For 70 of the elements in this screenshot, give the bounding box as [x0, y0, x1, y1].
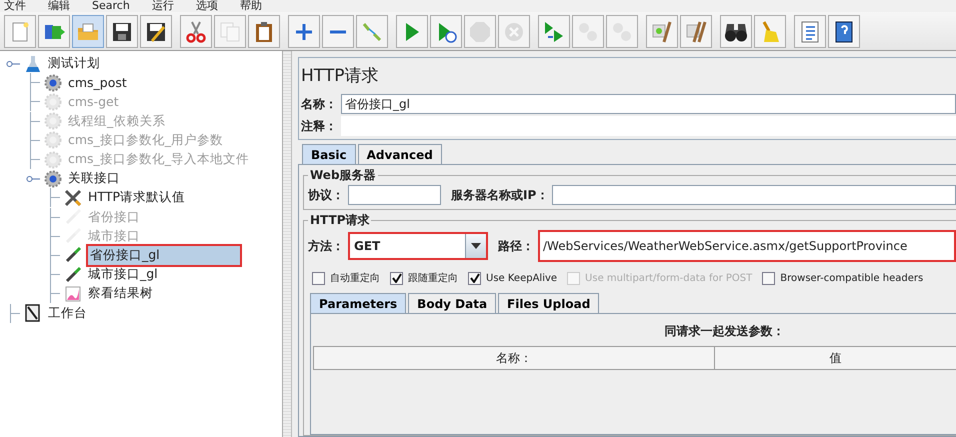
toolbar-clear-all-button[interactable] [680, 15, 712, 48]
toolbar-functions-button[interactable] [794, 15, 826, 48]
checkbox[interactable] [468, 272, 481, 284]
tree-item[interactable]: 工作台 [46, 304, 89, 323]
menu-item[interactable]: 选项 [196, 0, 218, 12]
toolbar-paste-button[interactable] [248, 15, 280, 48]
checkbox[interactable] [312, 272, 325, 284]
tab[interactable]: Parameters [310, 293, 406, 313]
tree-item[interactable]: 关联接口 [66, 169, 122, 188]
method-label: 方法： [308, 238, 344, 254]
panel-title: HTTP请求 [301, 65, 380, 88]
copy-icon [218, 20, 242, 44]
toolbar-templates-button[interactable] [38, 15, 70, 48]
menu-item[interactable]: Search [92, 0, 130, 12]
protocol-field[interactable] [348, 185, 441, 205]
toolbar-expand-button[interactable] [288, 15, 320, 48]
broom-icon [650, 20, 674, 44]
stop-icon [468, 20, 492, 44]
path-label: 路径： [498, 238, 534, 254]
tree-item[interactable]: 省份接口_gl [86, 244, 242, 267]
checkbox-label: 自动重定向 [330, 272, 380, 285]
tab[interactable]: Basic [302, 144, 356, 164]
checkbox[interactable] [762, 272, 776, 284]
tree-item[interactable]: 察看结果树 [86, 284, 155, 304]
server-label: 服务器名称或IP： [451, 186, 548, 204]
tree-item[interactable]: HTTP请求默认值 [86, 188, 187, 208]
column-header[interactable]: 名称： [314, 347, 715, 369]
menu-item[interactable]: 文件 [4, 0, 26, 12]
parameters-title: 同请求一起发送参数： [664, 323, 786, 340]
menu-item[interactable]: 运行 [152, 0, 174, 12]
group-title: Web服务器 [309, 167, 377, 184]
tree-item[interactable]: cms_post [66, 74, 129, 92]
toolbar-start-no-pause-button[interactable] [430, 15, 462, 48]
path-field[interactable]: /WebServices/WeatherWebService.asmx/getSupportProvince [538, 230, 956, 262]
toolbar-start-button[interactable] [396, 15, 428, 48]
name-field[interactable]: 省份接口_gl [341, 94, 956, 114]
broom-icon [684, 20, 708, 44]
caret-icon [470, 242, 482, 250]
tab[interactable]: Body Data [408, 293, 496, 313]
checkbox[interactable] [390, 272, 403, 284]
tab[interactable]: Advanced [358, 144, 442, 164]
toolbar-toggle-button[interactable] [356, 15, 388, 48]
protocol-label: 协议： [308, 186, 344, 204]
name-label: 名称： [301, 96, 337, 112]
column-header[interactable]: 值 [715, 347, 956, 369]
tree-handle-icon[interactable] [6, 58, 20, 69]
scissors-icon [184, 20, 208, 44]
toolbar-remote-start-button[interactable] [538, 15, 570, 48]
menu-item[interactable]: 帮助 [240, 0, 262, 12]
tree-item[interactable]: 测试计划 [46, 54, 102, 74]
menu-item[interactable]: 编辑 [48, 0, 70, 12]
group-title: HTTP请求 [309, 212, 370, 229]
toolbar-help-button[interactable] [828, 15, 860, 48]
checkbox-label: Use KeepAlive [486, 272, 558, 284]
checkbox-label: Use multipart/form-data for POST [585, 272, 752, 284]
checkbox-label: Browser-compatible headers [780, 272, 924, 284]
toolbar-collapse-button[interactable] [322, 15, 354, 48]
method-dropdown[interactable]: GET [348, 232, 488, 260]
toolbar-save-as-button[interactable] [140, 15, 172, 48]
toolbar-cut-button[interactable] [180, 15, 212, 48]
toolbar-new-button[interactable] [4, 15, 36, 48]
toolbar-save-button[interactable] [106, 15, 138, 48]
checkbox-label: 跟随重定向 [408, 272, 458, 285]
toolbar-clear-button[interactable] [646, 15, 678, 48]
server-field[interactable] [552, 185, 956, 205]
tree-handle-icon[interactable] [26, 174, 40, 184]
toolbar-search-button[interactable] [720, 15, 752, 48]
tree-item[interactable]: 城市接口_gl [86, 265, 160, 284]
comment-label: 注释： [301, 118, 337, 134]
tab[interactable]: Files Upload [498, 293, 600, 313]
